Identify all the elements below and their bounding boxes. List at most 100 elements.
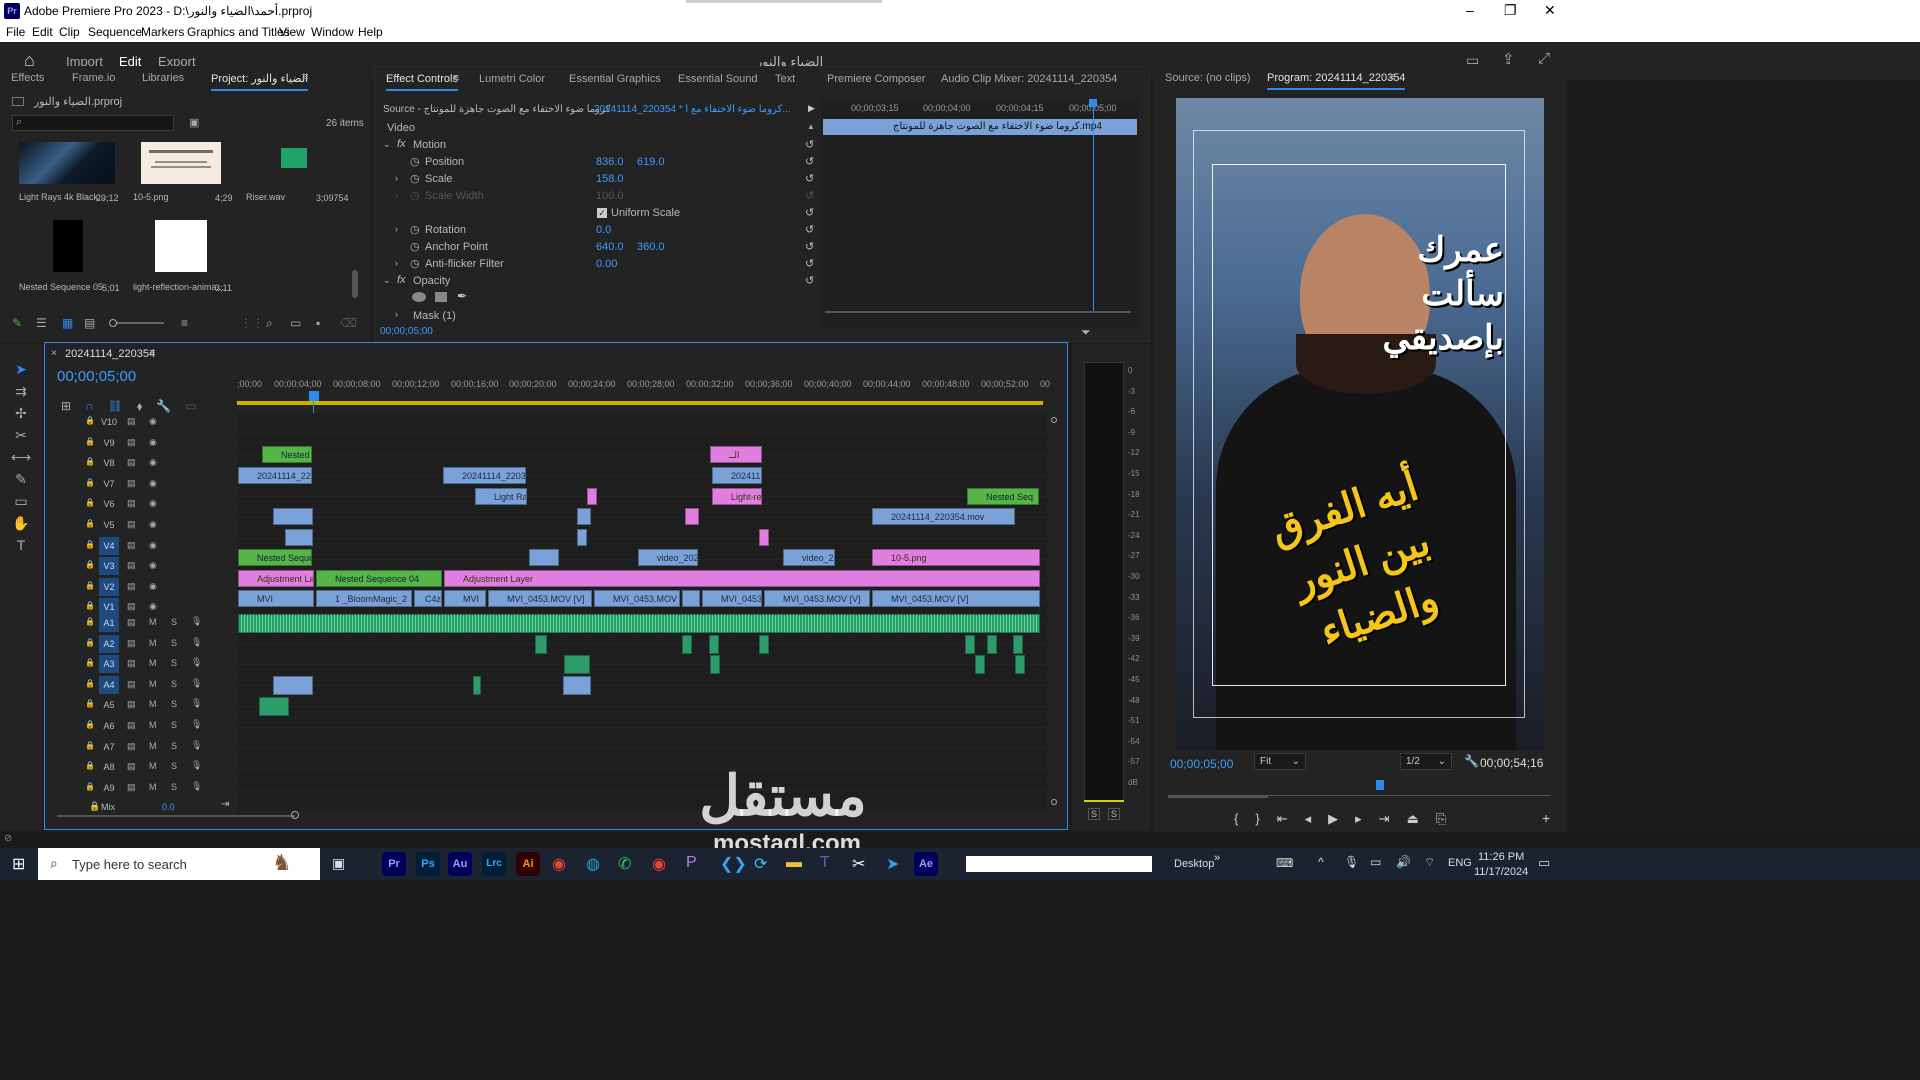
menu-markers[interactable]: Markers xyxy=(141,25,184,39)
chevron-down-icon[interactable]: ⌄ xyxy=(383,275,391,286)
clip[interactable]: 20241114_220354.mov xyxy=(872,508,1015,525)
clip-bar[interactable]: كروما ضوء الاختفاء مع الصوت جاهزة للمونت… xyxy=(823,119,1137,135)
clip[interactable]: video_202 xyxy=(638,549,698,566)
eye-icon[interactable]: ◉ xyxy=(149,457,157,468)
step-back-icon[interactable]: ◂ xyxy=(1305,811,1329,826)
chrome-icon[interactable]: ◉ xyxy=(552,854,566,874)
slip-icon[interactable]: ⟷ xyxy=(0,446,42,468)
lock-icon[interactable]: 🔒 xyxy=(85,416,95,425)
track-select-icon[interactable]: ⇉ xyxy=(0,380,42,402)
tab-text[interactable]: Text xyxy=(775,73,795,85)
clip[interactable]: C4z xyxy=(414,590,442,607)
clip[interactable]: Nested Seq xyxy=(967,488,1039,505)
bin-icon[interactable]: ▣ xyxy=(189,116,199,129)
mute-button[interactable]: M xyxy=(149,782,157,792)
language-indicator[interactable]: ENG xyxy=(1448,857,1472,869)
clip[interactable] xyxy=(685,508,699,525)
lock-icon[interactable]: 🔒 xyxy=(85,540,95,549)
track-label[interactable]: A4 xyxy=(99,675,119,694)
capcut-icon[interactable]: ✂ xyxy=(852,854,865,874)
keyframe-zoom-bar[interactable] xyxy=(825,311,1131,313)
sync-lock-icon[interactable]: ▤ xyxy=(127,601,136,612)
rotation-value[interactable]: 0.0 xyxy=(596,224,611,236)
tab-effect-controls[interactable]: Effect Controls xyxy=(386,73,458,91)
mark-out-icon[interactable]: } xyxy=(1255,811,1276,826)
track-label[interactable]: V6 xyxy=(99,495,119,513)
go-to-out-icon[interactable]: ⇥ xyxy=(1379,811,1407,826)
clip[interactable]: 10-5.png xyxy=(872,549,1040,566)
desktop-toolbar-label[interactable]: Desktop xyxy=(1174,858,1214,870)
pencil-icon[interactable]: ✎ xyxy=(12,316,22,330)
clip[interactable] xyxy=(682,590,700,607)
linked-selection-icon[interactable]: ⛓ xyxy=(108,399,137,413)
chrome-profile-icon[interactable]: ◉ xyxy=(652,854,666,874)
solo-button[interactable]: S xyxy=(171,782,177,792)
after-effects-taskbar-icon[interactable]: Ae xyxy=(914,852,938,876)
eye-icon[interactable]: ◉ xyxy=(149,519,157,530)
audio-waveform-icon[interactable] xyxy=(281,148,307,168)
clip[interactable]: MVI_0453.MOV [V] xyxy=(488,590,592,607)
rectangle-mask-icon[interactable] xyxy=(435,292,447,302)
sync-lock-icon[interactable]: ▤ xyxy=(127,540,136,551)
eye-icon[interactable]: ◉ xyxy=(149,437,157,448)
mute-button[interactable]: M xyxy=(149,658,157,668)
tab-project[interactable]: Project: الضياء والنور xyxy=(211,72,309,91)
solo-left-button[interactable]: S xyxy=(1088,808,1101,820)
sync-lock-icon[interactable]: ▤ xyxy=(127,720,136,731)
track-label[interactable]: A7 xyxy=(99,738,119,756)
play-icon[interactable]: ▶ xyxy=(1328,811,1355,826)
clip[interactable]: MVI xyxy=(238,590,314,607)
lock-icon[interactable]: 🔒 xyxy=(85,638,95,647)
photoshop-taskbar-icon[interactable]: Ps xyxy=(416,852,440,876)
fullscreen-icon[interactable]: ⤢ xyxy=(1538,50,1550,67)
solo-button[interactable]: S xyxy=(171,720,177,730)
reset-icon[interactable]: ↺ xyxy=(805,205,814,222)
extract-icon[interactable]: ⎘ xyxy=(1436,811,1463,826)
sync-lock-icon[interactable]: ▤ xyxy=(127,679,136,690)
premiere-taskbar-icon[interactable]: Pr xyxy=(382,852,406,876)
clip[interactable]: Light Ra xyxy=(475,488,527,505)
panel-menu-icon[interactable]: ≡ xyxy=(149,347,155,359)
new-bin-icon[interactable]: ▭ xyxy=(290,316,301,330)
thumb-light-reflection[interactable] xyxy=(155,220,207,272)
track-label[interactable]: V10 xyxy=(99,413,119,431)
solo-button[interactable]: S xyxy=(171,761,177,771)
solo-button[interactable]: S xyxy=(171,741,177,751)
clip[interactable]: 20241114_220 xyxy=(238,467,312,484)
selection-tool-icon[interactable]: ➤ xyxy=(0,358,42,380)
lock-icon[interactable]: 🔒 xyxy=(85,519,95,528)
track-label[interactable]: A6 xyxy=(99,717,119,735)
microphone-icon[interactable]: 🎙 xyxy=(191,637,202,648)
sync-lock-icon[interactable]: ▤ xyxy=(127,416,136,427)
track-label[interactable]: A9 xyxy=(99,779,119,797)
freeform-view-icon[interactable]: ▤ xyxy=(84,316,95,330)
taskbar-address-box[interactable] xyxy=(966,856,1152,872)
lightroom-taskbar-icon[interactable]: Lrc xyxy=(482,852,506,876)
lock-icon[interactable]: 🔒 xyxy=(85,699,95,708)
lock-icon[interactable]: 🔒 xyxy=(85,741,95,750)
sequence-tab[interactable]: 20241114_220354 xyxy=(65,348,155,360)
lock-icon[interactable]: 🔒 xyxy=(85,437,95,446)
icon-view-icon[interactable]: ▦ xyxy=(62,316,73,330)
captions-icon[interactable]: ▭ xyxy=(185,399,210,413)
sync-lock-icon[interactable]: ▤ xyxy=(127,519,136,530)
chevron-right-icon[interactable]: › xyxy=(395,173,398,183)
track-label[interactable]: V5 xyxy=(99,516,119,534)
wrench-icon[interactable]: 🔧 xyxy=(1464,754,1479,768)
solo-right-button[interactable]: S xyxy=(1108,808,1121,820)
track-area[interactable] xyxy=(237,413,1047,813)
sync-lock-icon[interactable]: ▤ xyxy=(127,741,136,752)
sync-lock-icon[interactable]: ▤ xyxy=(127,581,136,592)
vscroll-handle[interactable] xyxy=(1051,417,1057,423)
microphone-icon[interactable]: 🎙 xyxy=(191,740,202,751)
tab-effects[interactable]: Effects xyxy=(11,72,44,84)
eye-icon[interactable]: ◉ xyxy=(149,478,157,489)
picsart-icon[interactable]: P xyxy=(686,854,697,872)
add-button-icon[interactable]: + xyxy=(1542,810,1550,826)
menu-edit[interactable]: Edit xyxy=(32,25,53,39)
clip[interactable] xyxy=(759,529,769,546)
audio-clip[interactable] xyxy=(710,655,720,674)
lock-icon[interactable]: 🔒 xyxy=(85,679,95,688)
battery-icon[interactable]: ▭ xyxy=(1370,855,1381,869)
timeline-zoom-scroll[interactable] xyxy=(57,815,295,817)
